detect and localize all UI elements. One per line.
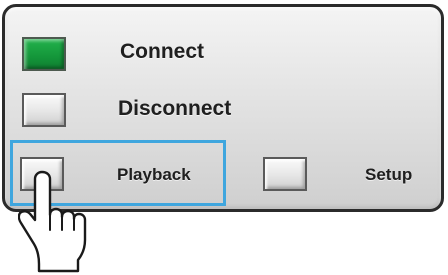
disconnect-button[interactable] <box>22 93 66 127</box>
stage: Connect Disconnect Playback Setup <box>0 0 448 275</box>
disconnect-label: Disconnect <box>118 97 232 120</box>
playback-label: Playback <box>117 165 191 184</box>
connect-button[interactable] <box>22 37 66 71</box>
connect-label: Connect <box>120 40 204 63</box>
setup-button[interactable] <box>263 157 307 191</box>
hand-pointer-icon <box>18 170 87 273</box>
setup-label: Setup <box>365 165 413 184</box>
